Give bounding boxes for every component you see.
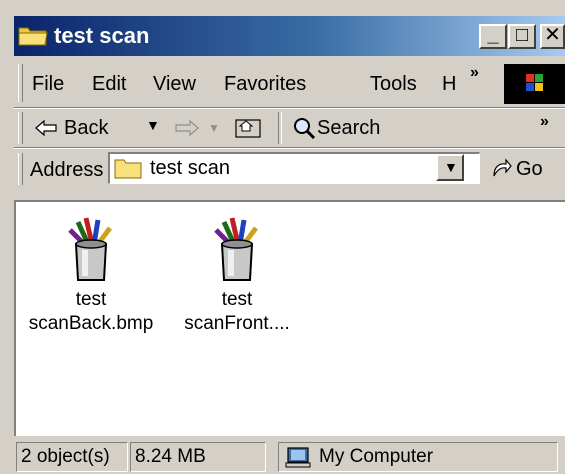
address-input[interactable]: test scan [108, 152, 480, 184]
address-label: Address [30, 159, 104, 181]
up-folder-icon[interactable] [234, 115, 262, 139]
toolbar-separator [278, 112, 282, 144]
forward-arrow-icon[interactable] [174, 119, 200, 137]
search-label: Search [317, 117, 381, 139]
close-icon: ✕ [544, 24, 561, 46]
go-arrow-icon [493, 158, 512, 177]
menu-help[interactable]: H [442, 73, 456, 96]
title-bar[interactable]: test scan _ □ ✕ [14, 16, 565, 56]
file-name-line2: scanBack.bmp [28, 313, 154, 334]
file-name-line1: test [221, 289, 253, 310]
window-title: test scan [54, 23, 150, 48]
folder-icon [18, 27, 48, 46]
address-grip[interactable] [18, 153, 23, 185]
menu-favorites[interactable]: Favorites [224, 73, 306, 96]
address-value: test scan [150, 157, 231, 179]
paint-bmp-file-icon [68, 217, 112, 281]
toolbar-grip[interactable] [18, 112, 23, 144]
back-dropdown-icon[interactable]: ▼ [146, 117, 160, 133]
maximize-icon: □ [515, 24, 529, 46]
file-name-line2: scanFront.... [184, 313, 290, 334]
menu-bar: File Edit View Favorites Tools H » [14, 58, 565, 108]
file-item[interactable]: test scanFront.... [162, 214, 312, 336]
menu-overflow-chevron[interactable]: » [470, 64, 479, 82]
file-list-view[interactable]: test scanBack.bmp test scanFront.... [14, 200, 565, 436]
explorer-window: test scan _ □ ✕ File Edit View Favorites… [0, 0, 565, 474]
chevron-down-icon: ▼ [444, 159, 458, 175]
menu-tools[interactable]: Tools [370, 73, 417, 96]
minimize-button[interactable]: _ [479, 24, 507, 49]
forward-dropdown-icon[interactable]: ▼ [208, 121, 220, 135]
folder-icon [114, 159, 142, 179]
back-label: Back [64, 117, 109, 139]
go-button[interactable]: Go [488, 154, 558, 184]
menu-file[interactable]: File [32, 73, 64, 96]
address-dropdown-button[interactable]: ▼ [436, 154, 464, 181]
back-button[interactable]: Back ▼ [32, 113, 172, 143]
file-item[interactable]: test scanBack.bmp [16, 214, 166, 336]
paint-bmp-file-icon [214, 217, 258, 281]
search-button[interactable]: Search [290, 113, 420, 143]
status-zone: My Computer [278, 442, 558, 472]
status-zone-label: My Computer [319, 446, 434, 467]
maximize-button[interactable]: □ [508, 24, 536, 49]
status-bar: 2 object(s) 8.24 MB My Computer [14, 438, 565, 474]
file-name-line1: test [75, 289, 107, 310]
go-label: Go [516, 158, 543, 180]
windows-logo-icon [504, 64, 565, 104]
close-button[interactable]: ✕ [540, 24, 565, 49]
standard-toolbar: Back ▼ ▼ Search » [14, 109, 565, 147]
toolbar-overflow-chevron[interactable]: » [540, 113, 549, 131]
menu-grip[interactable] [18, 64, 23, 102]
back-arrow-icon [35, 119, 57, 137]
search-icon [294, 118, 316, 140]
minimize-icon: _ [487, 24, 499, 46]
my-computer-icon [285, 447, 311, 468]
menu-edit[interactable]: Edit [92, 73, 126, 96]
status-objects: 2 object(s) [16, 442, 128, 472]
status-size: 8.24 MB [130, 442, 266, 472]
menu-view[interactable]: View [153, 73, 196, 96]
